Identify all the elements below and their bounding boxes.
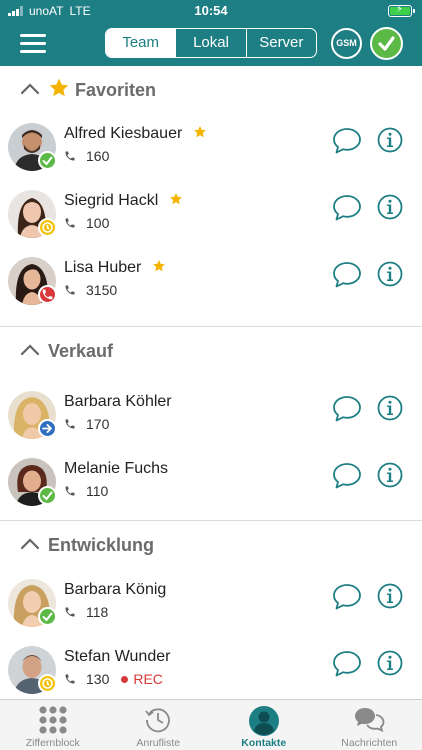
battery-icon: ⚡ <box>388 4 415 17</box>
chat-bubble-icon[interactable] <box>332 650 362 678</box>
contact-row[interactable]: Melanie Fuchs 110 <box>0 450 422 516</box>
status-away-clock-icon <box>38 218 57 237</box>
phone-icon <box>65 674 75 684</box>
recording-dot-icon <box>121 675 129 683</box>
bottom-tab-bar: Ziffernblock Anrufliste Kontakte Nachric… <box>0 699 422 750</box>
info-icon[interactable] <box>377 261 403 287</box>
contact-extension: 160 <box>64 148 109 164</box>
history-clock-icon <box>145 708 171 733</box>
availability-status-button[interactable] <box>370 27 403 60</box>
contact-extension: 110 <box>64 483 108 499</box>
contact-name: Alfred Kiesbauer <box>64 125 207 143</box>
info-icon[interactable] <box>377 650 403 676</box>
tab-anrufliste[interactable]: Anrufliste <box>106 700 212 750</box>
section-title: Verkauf <box>48 341 114 361</box>
info-icon[interactable] <box>377 127 403 153</box>
tab-label: Nachrichten <box>341 737 398 749</box>
phone-icon <box>65 607 75 617</box>
status-forwarded-arrow-icon <box>38 419 57 438</box>
favorite-star-icon <box>169 193 182 205</box>
info-icon[interactable] <box>377 583 403 609</box>
section-title: Favoriten <box>75 80 157 100</box>
section-header-favoriten[interactable]: Favoriten <box>0 66 422 116</box>
hamburger-menu-icon[interactable] <box>20 34 46 54</box>
favorite-star-icon <box>152 260 165 272</box>
tab-team[interactable]: Team <box>106 29 176 57</box>
contact-row[interactable]: Lisa Huber 3150 <box>0 249 422 315</box>
contact-person-icon <box>248 706 279 736</box>
checkmark-icon <box>378 36 395 51</box>
section-header-verkauf[interactable]: Verkauf <box>0 327 422 377</box>
star-icon <box>49 78 69 97</box>
contact-extension: 130 REC <box>64 671 163 687</box>
contact-extension: 100 <box>64 215 109 231</box>
phone-icon <box>65 151 75 161</box>
contact-name: Lisa Huber <box>64 259 166 277</box>
gsm-button[interactable]: GSM <box>331 28 362 59</box>
status-available-icon <box>38 151 57 170</box>
tab-kontakte[interactable]: Kontakte <box>211 700 317 750</box>
contact-row[interactable]: Stefan Wunder 130 REC <box>0 638 422 704</box>
contact-extension: 170 <box>64 416 109 432</box>
tab-nachrichten[interactable]: Nachrichten <box>317 700 422 750</box>
contact-name: Siegrid Hackl <box>64 192 183 210</box>
status-bar: unoAT LTE 10:54 ⚡ <box>0 0 422 22</box>
phone-icon <box>65 218 75 228</box>
tab-label: Anrufliste <box>136 737 181 749</box>
status-away-clock-icon <box>38 674 57 693</box>
chat-bubble-icon[interactable] <box>332 395 362 423</box>
status-available-icon <box>38 486 57 505</box>
phone-icon <box>65 419 75 429</box>
contact-name: Stefan Wunder <box>64 648 171 665</box>
section-title: Entwicklung <box>48 535 155 555</box>
chevron-up-icon <box>20 538 40 550</box>
contact-row[interactable]: Barbara König 118 <box>0 571 422 637</box>
tab-label: Ziffernblock <box>25 737 80 749</box>
favorite-star-icon <box>193 126 206 138</box>
keypad-icon <box>39 706 67 734</box>
tab-lokal[interactable]: Lokal <box>175 29 245 57</box>
chat-bubble-icon[interactable] <box>332 127 362 155</box>
phone-icon <box>65 285 75 295</box>
source-segmented-control: Team Lokal Server <box>105 28 317 58</box>
tab-label: Kontakte <box>241 737 287 749</box>
contact-name: Barbara König <box>64 581 167 598</box>
phone-icon <box>65 486 75 496</box>
contact-extension: 3150 <box>64 282 117 298</box>
contact-row[interactable]: Alfred Kiesbauer 160 <box>0 115 422 181</box>
info-icon[interactable] <box>377 462 403 488</box>
chevron-up-icon <box>20 83 40 95</box>
contact-row[interactable]: Siegrid Hackl 100 <box>0 182 422 248</box>
info-icon[interactable] <box>377 395 403 421</box>
tab-ziffernblock[interactable]: Ziffernblock <box>0 700 106 750</box>
chat-bubble-icon[interactable] <box>332 462 362 490</box>
status-on-call-phone-icon <box>38 285 57 304</box>
chat-bubble-icon[interactable] <box>332 261 362 289</box>
chevron-up-icon <box>20 344 40 356</box>
chat-bubble-icon[interactable] <box>332 583 362 611</box>
chat-bubble-icon[interactable] <box>332 194 362 222</box>
contact-name: Barbara Köhler <box>64 393 172 410</box>
contact-row[interactable]: Barbara Köhler 170 <box>0 383 422 449</box>
status-available-icon <box>38 607 57 626</box>
messages-icon <box>355 708 385 733</box>
info-icon[interactable] <box>377 194 403 220</box>
contact-name: Melanie Fuchs <box>64 460 169 477</box>
clock: 10:54 <box>194 3 228 18</box>
tab-server[interactable]: Server <box>245 29 316 57</box>
app-header: Team Lokal Server GSM <box>0 22 422 66</box>
recording-indicator: REC <box>121 671 163 687</box>
section-header-entwicklung[interactable]: Entwicklung <box>0 521 422 571</box>
contact-extension: 118 <box>64 604 108 620</box>
